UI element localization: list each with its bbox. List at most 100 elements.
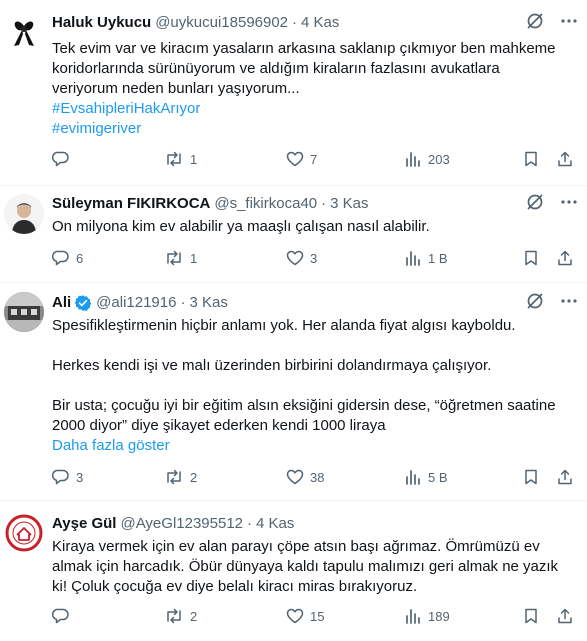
tweet-1[interactable]: Haluk Uykucu @uykucui18596902 · 4 Kas Te… <box>0 0 587 186</box>
user-handle[interactable]: @AyeGl12395512 <box>120 514 243 534</box>
tweet-text: Spesifikleştirmenin hiçbir anlamı yok. H… <box>52 316 573 456</box>
views-icon <box>404 150 422 168</box>
grok-icon[interactable] <box>525 192 545 217</box>
retweet-count: 2 <box>190 608 198 624</box>
text-line: ki! Çoluk çocuğa ev diye belalı kiracı m… <box>52 578 418 595</box>
grok-icon[interactable] <box>525 291 545 316</box>
separator-dot: · <box>180 294 186 311</box>
share-icon <box>556 249 574 267</box>
more-icon[interactable] <box>559 11 579 36</box>
text-paragraph: Herkes kendi işi ve malı üzerinden birbi… <box>52 357 492 374</box>
bookmark-button[interactable] <box>522 149 540 169</box>
reply-button[interactable] <box>52 149 76 169</box>
share-icon <box>556 150 574 168</box>
text-line: On milyona kim ev alabilir ya maaşlı çal… <box>52 218 430 235</box>
grok-icon[interactable] <box>525 11 545 36</box>
tweet-2[interactable]: Süleyman FIKIRKOCA @s_fikirkoca40 · 3 Ka… <box>0 186 587 283</box>
retweet-count: 1 <box>190 250 198 266</box>
separator-dot: · <box>321 195 327 212</box>
reply-button[interactable] <box>52 606 76 626</box>
text-line: Tek evim var ve kiracım yasaların arkası… <box>52 40 556 57</box>
views-icon <box>404 249 422 267</box>
bookmark-icon <box>522 607 540 625</box>
share-icon <box>556 607 574 625</box>
tweet-text: Tek evim var ve kiracım yasaların arkası… <box>52 39 573 139</box>
bookmark-icon <box>522 249 540 267</box>
retweet-button[interactable]: 1 <box>164 248 197 268</box>
avatar[interactable] <box>4 292 44 332</box>
tweet-text: Kiraya vermek için ev alan parayı çöpe a… <box>52 537 573 597</box>
share-button[interactable] <box>556 606 574 626</box>
like-button[interactable]: 7 <box>286 149 317 169</box>
retweet-icon <box>164 249 184 267</box>
avatar[interactable] <box>4 513 44 553</box>
reply-count: 3 <box>76 469 84 485</box>
views-button[interactable]: 189 <box>404 606 450 626</box>
reply-button[interactable]: 3 <box>52 467 83 487</box>
timestamp[interactable]: 3 Kas <box>189 293 227 313</box>
retweet-icon <box>164 607 184 625</box>
display-name[interactable]: Süleyman FIKIRKOCA <box>52 194 210 214</box>
retweet-count: 1 <box>190 151 198 167</box>
more-icon[interactable] <box>559 192 579 217</box>
reply-icon <box>52 607 70 625</box>
display-name[interactable]: Haluk Uykucu <box>52 13 151 33</box>
share-button[interactable] <box>556 248 574 268</box>
like-icon <box>286 249 304 267</box>
reply-icon <box>52 468 70 486</box>
reply-count: 6 <box>76 250 84 266</box>
reply-button[interactable]: 6 <box>52 248 83 268</box>
avatar[interactable] <box>4 12 44 52</box>
share-button[interactable] <box>556 467 574 487</box>
display-name[interactable]: Ayşe Gül <box>52 514 116 534</box>
action-bar: 6 1 3 1 B <box>52 248 572 268</box>
like-button[interactable]: 15 <box>286 606 324 626</box>
like-count: 38 <box>310 469 325 485</box>
bookmark-button[interactable] <box>522 606 540 626</box>
timestamp[interactable]: 4 Kas <box>256 514 294 534</box>
more-icon[interactable] <box>559 291 579 316</box>
bookmark-button[interactable] <box>522 248 540 268</box>
tweet-text: On milyona kim ev alabilir ya maaşlı çal… <box>52 217 573 237</box>
text-line: Bir usta; çocuğu iyi bir eğitim alsın ek… <box>52 397 556 414</box>
text-paragraph: Spesifikleştirmenin hiçbir anlamı yok. H… <box>52 317 516 334</box>
reply-icon <box>52 150 70 168</box>
like-count: 7 <box>310 151 318 167</box>
display-name[interactable]: Ali <box>52 293 71 313</box>
retweet-button[interactable]: 1 <box>164 149 197 169</box>
bookmark-button[interactable] <box>522 467 540 487</box>
views-button[interactable]: 203 <box>404 149 450 169</box>
views-button[interactable]: 5 B <box>404 467 448 487</box>
show-more-link[interactable]: Daha fazla göster <box>52 436 573 456</box>
views-button[interactable]: 1 B <box>404 248 448 268</box>
action-bar: 1 7 203 <box>52 149 572 169</box>
text-line: 2000 diyor” diye şikayet ederken kendi 1… <box>52 417 386 434</box>
share-button[interactable] <box>556 149 574 169</box>
text-line: Kiraya vermek için ev alan parayı çöpe a… <box>52 538 540 555</box>
like-button[interactable]: 3 <box>286 248 317 268</box>
tweet-4[interactable]: Ayşe Gül @AyeGl12395512 · 4 Kas Kiraya v… <box>0 501 587 641</box>
retweet-button[interactable]: 2 <box>164 606 197 626</box>
hashtag-link[interactable]: #evimigeriver <box>52 119 573 139</box>
user-handle[interactable]: @s_fikirkoca40 <box>214 194 317 214</box>
like-button[interactable]: 38 <box>286 467 324 487</box>
timestamp[interactable]: 3 Kas <box>330 194 368 214</box>
like-count: 3 <box>310 250 318 266</box>
view-count: 5 B <box>428 469 448 485</box>
retweet-button[interactable]: 2 <box>164 467 197 487</box>
views-icon <box>404 468 422 486</box>
retweet-count: 2 <box>190 469 198 485</box>
user-handle[interactable]: @uykucui18596902 <box>155 13 288 33</box>
like-icon <box>286 468 304 486</box>
avatar[interactable] <box>4 194 44 234</box>
user-handle[interactable]: @ali121916 <box>96 293 176 313</box>
timestamp[interactable]: 4 Kas <box>301 13 339 33</box>
hashtag-link[interactable]: #EvsahipleriHakArıyor <box>52 99 573 119</box>
view-count: 1 B <box>428 250 448 266</box>
action-bar: 2 15 189 <box>52 606 572 626</box>
share-icon <box>556 468 574 486</box>
tweet-3[interactable]: Ali @ali121916 · 3 Kas Spesifikleştirmen… <box>0 283 587 501</box>
action-bar: 3 2 38 5 B <box>52 467 572 487</box>
like-count: 15 <box>310 608 325 624</box>
separator-dot: · <box>247 515 253 532</box>
